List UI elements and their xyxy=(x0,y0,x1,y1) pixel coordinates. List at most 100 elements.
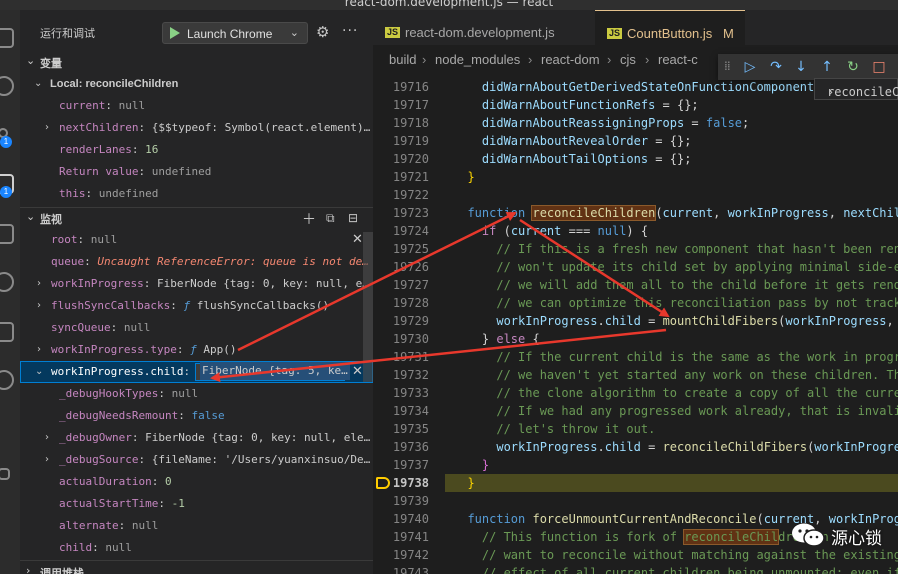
chevron-right-icon[interactable]: › xyxy=(37,273,41,295)
code-line[interactable]: didWarnAboutFunctionRefs = {}; xyxy=(453,96,699,114)
line-number[interactable]: 19743 xyxy=(373,564,443,574)
code-line[interactable]: didWarnAboutReassigningProps = false; xyxy=(453,114,749,132)
line-number[interactable]: 19732 xyxy=(373,366,443,384)
code-line[interactable]: // won't update its child set by applyin… xyxy=(453,258,898,276)
testing-icon[interactable] xyxy=(0,460,20,488)
code-line[interactable]: // let's throw it out. xyxy=(453,420,655,438)
watch-row[interactable]: › workInProgress: FiberNode {tag: 0, key… xyxy=(20,273,373,295)
code-line[interactable]: } xyxy=(453,474,474,492)
line-number[interactable]: 19741 xyxy=(373,528,443,546)
scope-local[interactable]: ⌄ Local: reconcileChildren xyxy=(20,73,373,95)
child-row[interactable]: actualStartTime: -1 xyxy=(20,493,373,515)
chevron-right-icon[interactable]: › xyxy=(37,295,41,317)
child-row[interactable]: _debugHookTypes: null xyxy=(20,383,373,405)
explorer-icon[interactable] xyxy=(0,24,20,52)
continue-icon[interactable]: ▷ xyxy=(740,57,760,77)
line-number[interactable]: 19736 xyxy=(373,438,443,456)
chevron-down-icon[interactable]: ⌄ xyxy=(290,26,299,39)
close-icon[interactable]: ✕ xyxy=(352,361,363,383)
code-line[interactable]: // we can optimize this reconciliation p… xyxy=(453,294,898,312)
collapse-all-icon[interactable]: ⊟ xyxy=(348,211,358,225)
stop-icon[interactable]: □ xyxy=(869,57,889,77)
code-line[interactable]: // If the current child is the same as t… xyxy=(453,348,898,366)
code-line[interactable]: // effect of all current children being … xyxy=(453,564,898,574)
breadcrumb-item[interactable]: react-dom xyxy=(541,52,600,67)
code-line[interactable]: } xyxy=(453,168,474,186)
code-line[interactable]: function reconcileChildren(current, work… xyxy=(453,204,898,222)
watch-scrollbar[interactable] xyxy=(363,232,373,382)
code-line[interactable]: // If this is a fresh new component that… xyxy=(453,240,898,258)
search-icon[interactable] xyxy=(0,72,20,100)
remote-icon[interactable] xyxy=(0,268,20,296)
line-number[interactable]: 19729 xyxy=(373,312,443,330)
watch-row-editing[interactable]: ⌄ workInProgress.child: FiberNode {tag: … xyxy=(20,361,373,383)
step-into-icon[interactable]: ↓ xyxy=(791,57,811,77)
line-number[interactable]: 19720 xyxy=(373,150,443,168)
code-line[interactable]: workInProgress.child = reconcileChildFib… xyxy=(453,438,898,456)
extensions-icon[interactable] xyxy=(0,220,20,248)
chevron-right-icon[interactable]: › xyxy=(45,449,49,471)
variables-section-header[interactable]: ⌄ 变量 xyxy=(20,52,373,72)
docker-icon[interactable] xyxy=(0,318,20,346)
code-line[interactable]: // we will add them all to the child bef… xyxy=(453,276,898,294)
variable-row[interactable]: current: null xyxy=(20,95,373,117)
child-row[interactable]: alternate: null xyxy=(20,515,373,537)
breadcrumb-item[interactable]: node_modules xyxy=(435,52,520,67)
start-debugging-icon[interactable] xyxy=(170,27,180,39)
line-number[interactable]: 19727 xyxy=(373,276,443,294)
code-line[interactable]: // the clone algorithm to create a copy … xyxy=(453,384,898,402)
variable-row[interactable]: › nextChildren: {$$typeof: Symbol(react.… xyxy=(20,117,373,139)
line-number[interactable]: 19730 xyxy=(373,330,443,348)
chevron-right-icon[interactable]: › xyxy=(37,339,41,361)
breadcrumb-item[interactable]: cjs xyxy=(620,52,636,67)
variable-row[interactable]: renderLanes: 16 xyxy=(20,139,373,161)
line-number[interactable]: 19740 xyxy=(373,510,443,528)
breadcrumb-item[interactable]: react-c xyxy=(658,52,698,67)
line-number[interactable]: 19719 xyxy=(373,132,443,150)
line-number[interactable]: 19738 xyxy=(373,474,443,492)
breadcrumb-item[interactable]: build xyxy=(389,52,416,67)
gear-icon[interactable]: ⚙ xyxy=(316,24,332,40)
line-number[interactable]: 19721 xyxy=(373,168,443,186)
watch-row[interactable]: queue: Uncaught ReferenceError: queue is… xyxy=(20,251,373,273)
call-stack-section-header[interactable]: › 调用堆栈 xyxy=(20,562,373,574)
refresh-icon[interactable]: ⧉ xyxy=(326,211,335,226)
drag-handle-icon[interactable]: ⁞⁞ xyxy=(724,59,731,73)
code-line[interactable]: // This function is fork of reconcileChi… xyxy=(453,528,829,546)
line-number[interactable]: 19716 xyxy=(373,78,443,96)
line-number[interactable]: 19733 xyxy=(373,384,443,402)
line-number[interactable]: 19723 xyxy=(373,204,443,222)
chevron-down-icon[interactable]: ⌄ xyxy=(35,361,43,383)
watch-section-header[interactable]: ⌄ 监视 ＋ ⧉ ⊟ xyxy=(20,208,373,228)
line-number[interactable]: 19724 xyxy=(373,222,443,240)
step-out-icon[interactable]: ↑ xyxy=(817,57,837,77)
code-line[interactable]: // If we had any progressed work already… xyxy=(453,402,898,420)
line-number[interactable]: 19725 xyxy=(373,240,443,258)
restart-icon[interactable]: ↻ xyxy=(843,57,863,77)
add-expression-icon[interactable]: ＋ xyxy=(302,209,316,229)
line-number[interactable]: 19739 xyxy=(373,492,443,510)
line-number[interactable]: 19717 xyxy=(373,96,443,114)
step-over-icon[interactable]: ↷ xyxy=(766,57,786,77)
line-number[interactable]: 19722 xyxy=(373,186,443,204)
watch-row[interactable]: root: null ✕ xyxy=(20,229,373,251)
watch-edit-input[interactable]: FiberNode {tag: 5, ke… xyxy=(195,362,350,381)
launch-config-select[interactable]: Launch Chrome ⌄ xyxy=(162,22,308,44)
code-line[interactable]: didWarnAboutGetDerivedStateOnFunctionCom… xyxy=(453,78,858,96)
line-number[interactable]: 19735 xyxy=(373,420,443,438)
code-line[interactable]: } else { xyxy=(453,330,540,348)
timeline-icon[interactable] xyxy=(0,366,20,394)
code-line[interactable]: // we haven't yet started any work on th… xyxy=(453,366,898,384)
line-number[interactable]: 19731 xyxy=(373,348,443,366)
code-line[interactable]: didWarnAboutRevealOrder = {}; xyxy=(453,132,692,150)
line-number[interactable]: 19734 xyxy=(373,402,443,420)
line-number[interactable]: 19742 xyxy=(373,546,443,564)
remove-expression-icon[interactable]: ✕ xyxy=(352,229,363,251)
tab-react-dom[interactable]: JS react-dom.development.js xyxy=(373,10,595,45)
code-line[interactable]: didWarnAboutTailOptions = {}; xyxy=(453,150,692,168)
run-debug-icon[interactable]: 1 xyxy=(0,170,20,198)
watch-row[interactable]: syncQueue: null xyxy=(20,317,373,339)
variable-row[interactable]: this: undefined xyxy=(20,183,373,205)
tab-countbutton[interactable]: JS CountButton.js M xyxy=(595,10,745,45)
line-number[interactable]: 19728 xyxy=(373,294,443,312)
